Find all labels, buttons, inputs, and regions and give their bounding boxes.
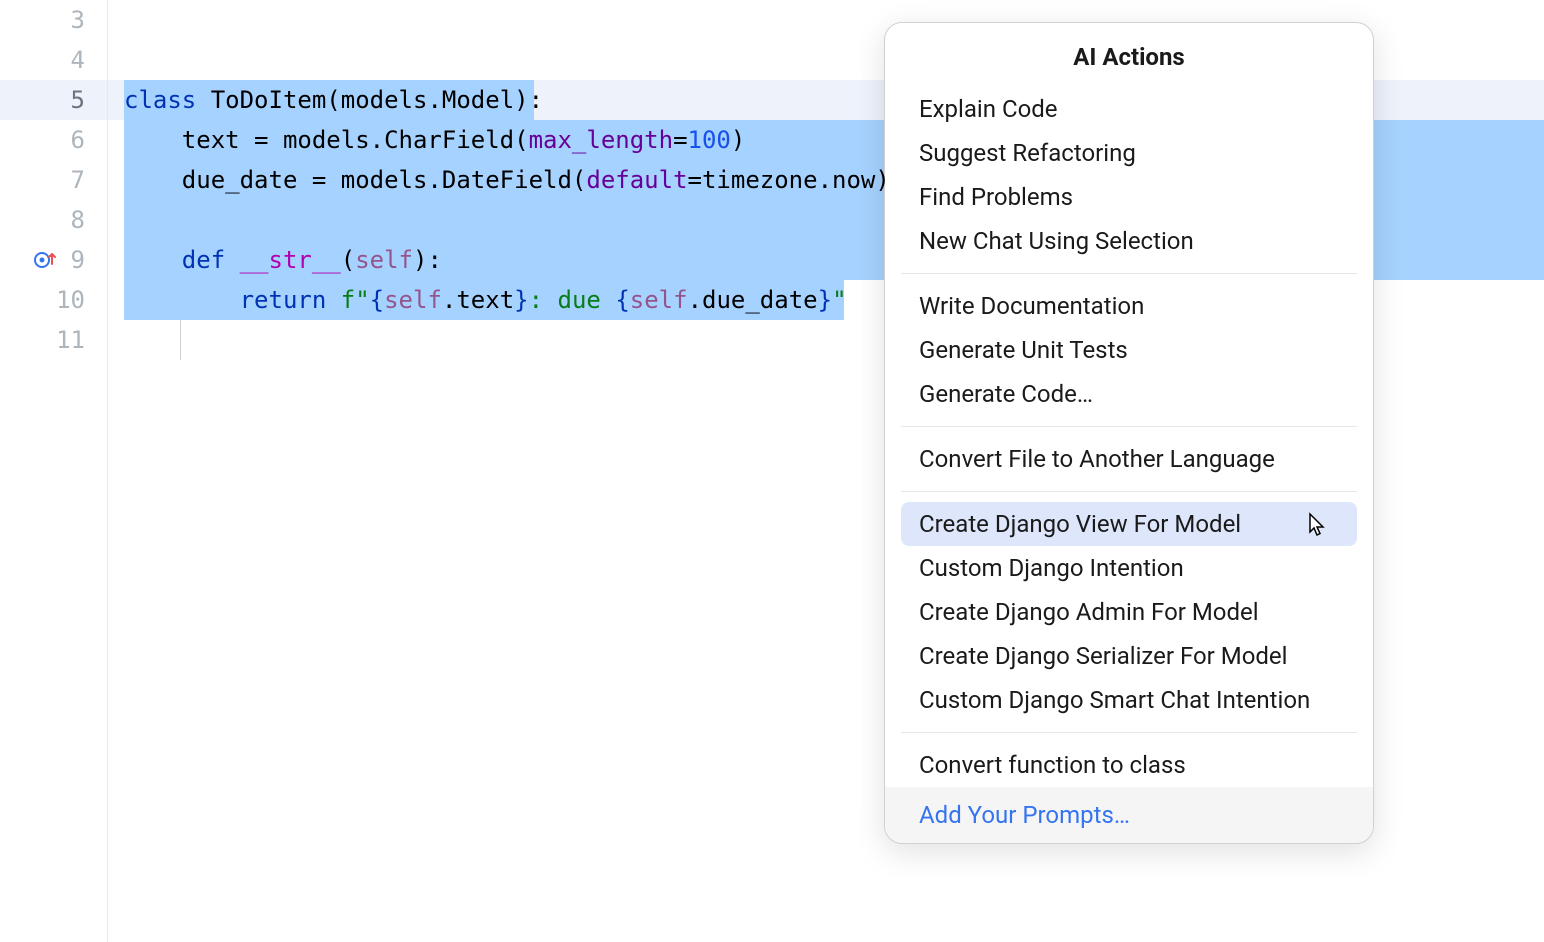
line-number: 7	[71, 166, 85, 194]
line-number: 8	[71, 206, 85, 234]
code-content: text = models.CharField(max_length=100)	[124, 126, 745, 154]
line-number: 4	[71, 46, 85, 74]
line-number: 6	[71, 126, 85, 154]
ai-action-item[interactable]: New Chat Using Selection	[885, 219, 1373, 263]
ai-actions-popup: AI Actions Explain CodeSuggest Refactori…	[884, 22, 1374, 844]
gutter-line[interactable]: 11	[0, 320, 107, 360]
line-number: 5	[71, 86, 85, 114]
popup-divider	[901, 732, 1357, 733]
ai-action-item[interactable]: Custom Django Intention	[885, 546, 1373, 590]
ai-action-item[interactable]: Generate Unit Tests	[885, 328, 1373, 372]
gutter-line[interactable]: 8	[0, 200, 107, 240]
gutter-line[interactable]: 3	[0, 0, 107, 40]
ai-action-item[interactable]: Convert File to Another Language	[885, 437, 1373, 481]
line-number: 9	[71, 246, 85, 274]
ai-action-item[interactable]: Generate Code…	[885, 372, 1373, 416]
popup-divider	[901, 426, 1357, 427]
code-content: return f"{self.text}: due {self.due_date…	[124, 286, 847, 314]
ai-action-item[interactable]: Find Problems	[885, 175, 1373, 219]
line-number: 3	[71, 6, 85, 34]
ai-action-item[interactable]: Custom Django Smart Chat Intention	[885, 678, 1373, 722]
popup-divider	[901, 273, 1357, 274]
line-number: 10	[56, 286, 85, 314]
code-content: class ToDoItem(models.Model):	[124, 86, 543, 114]
gutter-line[interactable]: 5	[0, 80, 107, 120]
ai-action-item[interactable]: Create Django View For Model	[901, 502, 1357, 546]
code-content: due_date = models.DateField(default=time…	[124, 166, 890, 194]
ai-action-item[interactable]: Suggest Refactoring	[885, 131, 1373, 175]
ai-action-item[interactable]: Create Django Admin For Model	[885, 590, 1373, 634]
override-marker-icon[interactable]	[33, 248, 57, 272]
gutter-line[interactable]: 7	[0, 160, 107, 200]
gutter-line[interactable]: 4	[0, 40, 107, 80]
gutter-line[interactable]: 6	[0, 120, 107, 160]
ai-action-item[interactable]: Write Documentation	[885, 284, 1373, 328]
popup-divider	[901, 491, 1357, 492]
ai-action-item[interactable]: Explain Code	[885, 87, 1373, 131]
ai-action-item[interactable]: Convert function to class	[885, 743, 1373, 787]
mouse-cursor-icon	[1304, 512, 1328, 540]
line-number-gutter: 3 4 5 6 7 8 9 10 11	[0, 0, 108, 942]
popup-title: AI Actions	[885, 23, 1373, 87]
code-content: def __str__(self):	[124, 246, 442, 274]
add-prompts-link[interactable]: Add Your Prompts…	[885, 787, 1373, 843]
line-number: 11	[56, 326, 85, 354]
indent-guide	[180, 320, 181, 360]
gutter-line[interactable]: 9	[0, 240, 107, 280]
gutter-line[interactable]: 10	[0, 280, 107, 320]
ai-action-item[interactable]: Create Django Serializer For Model	[885, 634, 1373, 678]
